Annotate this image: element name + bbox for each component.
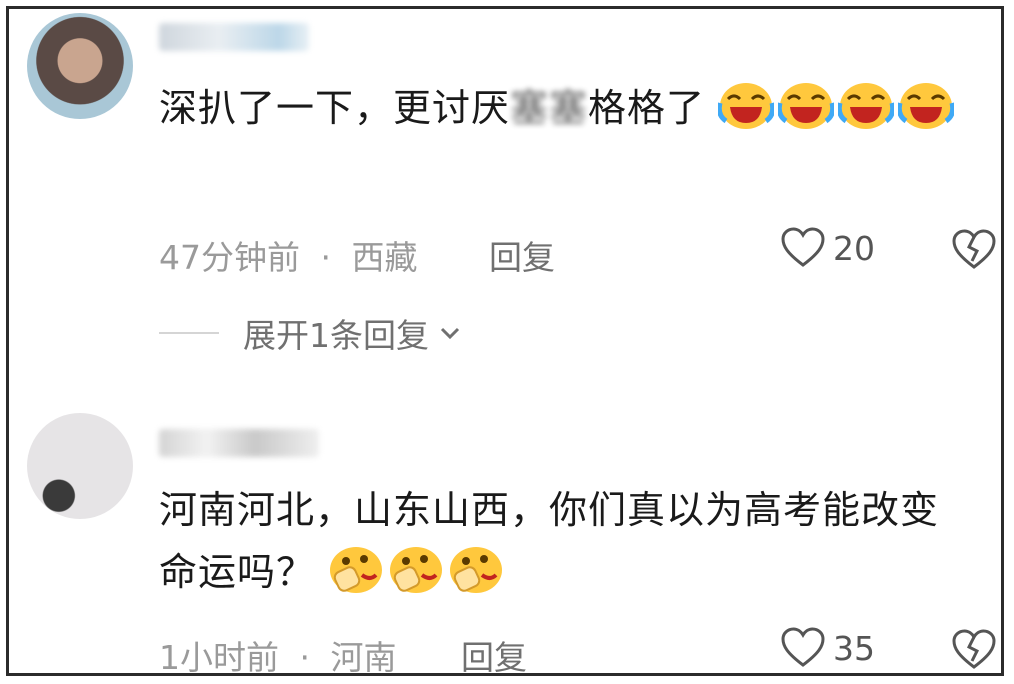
username-blurred[interactable] (159, 429, 319, 457)
laughing-crying-emoji-icon (778, 83, 835, 129)
emoji-group (315, 547, 508, 594)
comment-meta: 1小时前 · 河南 (159, 631, 397, 679)
comment-text-part: 河南河北，山东山西，你们真以为高考能改变命运吗？ (159, 488, 940, 594)
location: 西藏 (351, 238, 418, 277)
salute-emoji-icon (330, 547, 383, 593)
username-blurred[interactable] (159, 23, 309, 51)
expand-replies-label: 展开1条回复 (243, 316, 429, 355)
separator: · (320, 238, 332, 277)
comment-text-part: 深扒了一下，更讨厌 (159, 86, 511, 130)
timestamp: 47分钟前 (159, 238, 300, 277)
salute-emoji-icon (450, 547, 503, 593)
comment-panel: 深扒了一下，更讨厌塞塞格格了 47分钟前 · 西藏 回复 20 展开1条回复 河… (6, 6, 1004, 679)
reply-button[interactable]: 回复 (489, 231, 555, 279)
comment-text-blurred: 塞塞 (510, 86, 589, 130)
heart-icon (781, 227, 825, 267)
divider (159, 332, 219, 334)
chevron-down-icon (440, 327, 460, 340)
avatar[interactable] (27, 13, 133, 119)
comment-text: 河南河北，山东山西，你们真以为高考能改变命运吗？ (159, 479, 961, 603)
separator: · (299, 638, 311, 677)
broken-heart-icon[interactable] (951, 629, 997, 671)
like-count: 35 (833, 628, 875, 668)
timestamp: 1小时前 (159, 638, 279, 677)
laughing-crying-emoji-icon (838, 83, 895, 129)
like-button[interactable]: 20 (781, 227, 875, 269)
avatar[interactable] (27, 413, 133, 519)
salute-emoji-icon (390, 547, 443, 593)
reply-button[interactable]: 回复 (461, 631, 527, 679)
comment-text-part: 格格了 (588, 86, 706, 130)
comment-meta: 47分钟前 · 西藏 (159, 231, 418, 279)
heart-icon (781, 627, 825, 667)
like-button[interactable]: 35 (781, 627, 875, 669)
location: 河南 (330, 638, 397, 677)
expand-replies[interactable]: 展开1条回复 (159, 309, 465, 357)
comment-text: 深扒了一下，更讨厌塞塞格格了 (159, 77, 961, 139)
laughing-crying-emoji-icon (718, 83, 775, 129)
laughing-crying-emoji-icon (898, 83, 955, 129)
broken-heart-icon[interactable] (951, 229, 997, 271)
like-count: 20 (833, 228, 875, 268)
emoji-group (705, 83, 958, 130)
